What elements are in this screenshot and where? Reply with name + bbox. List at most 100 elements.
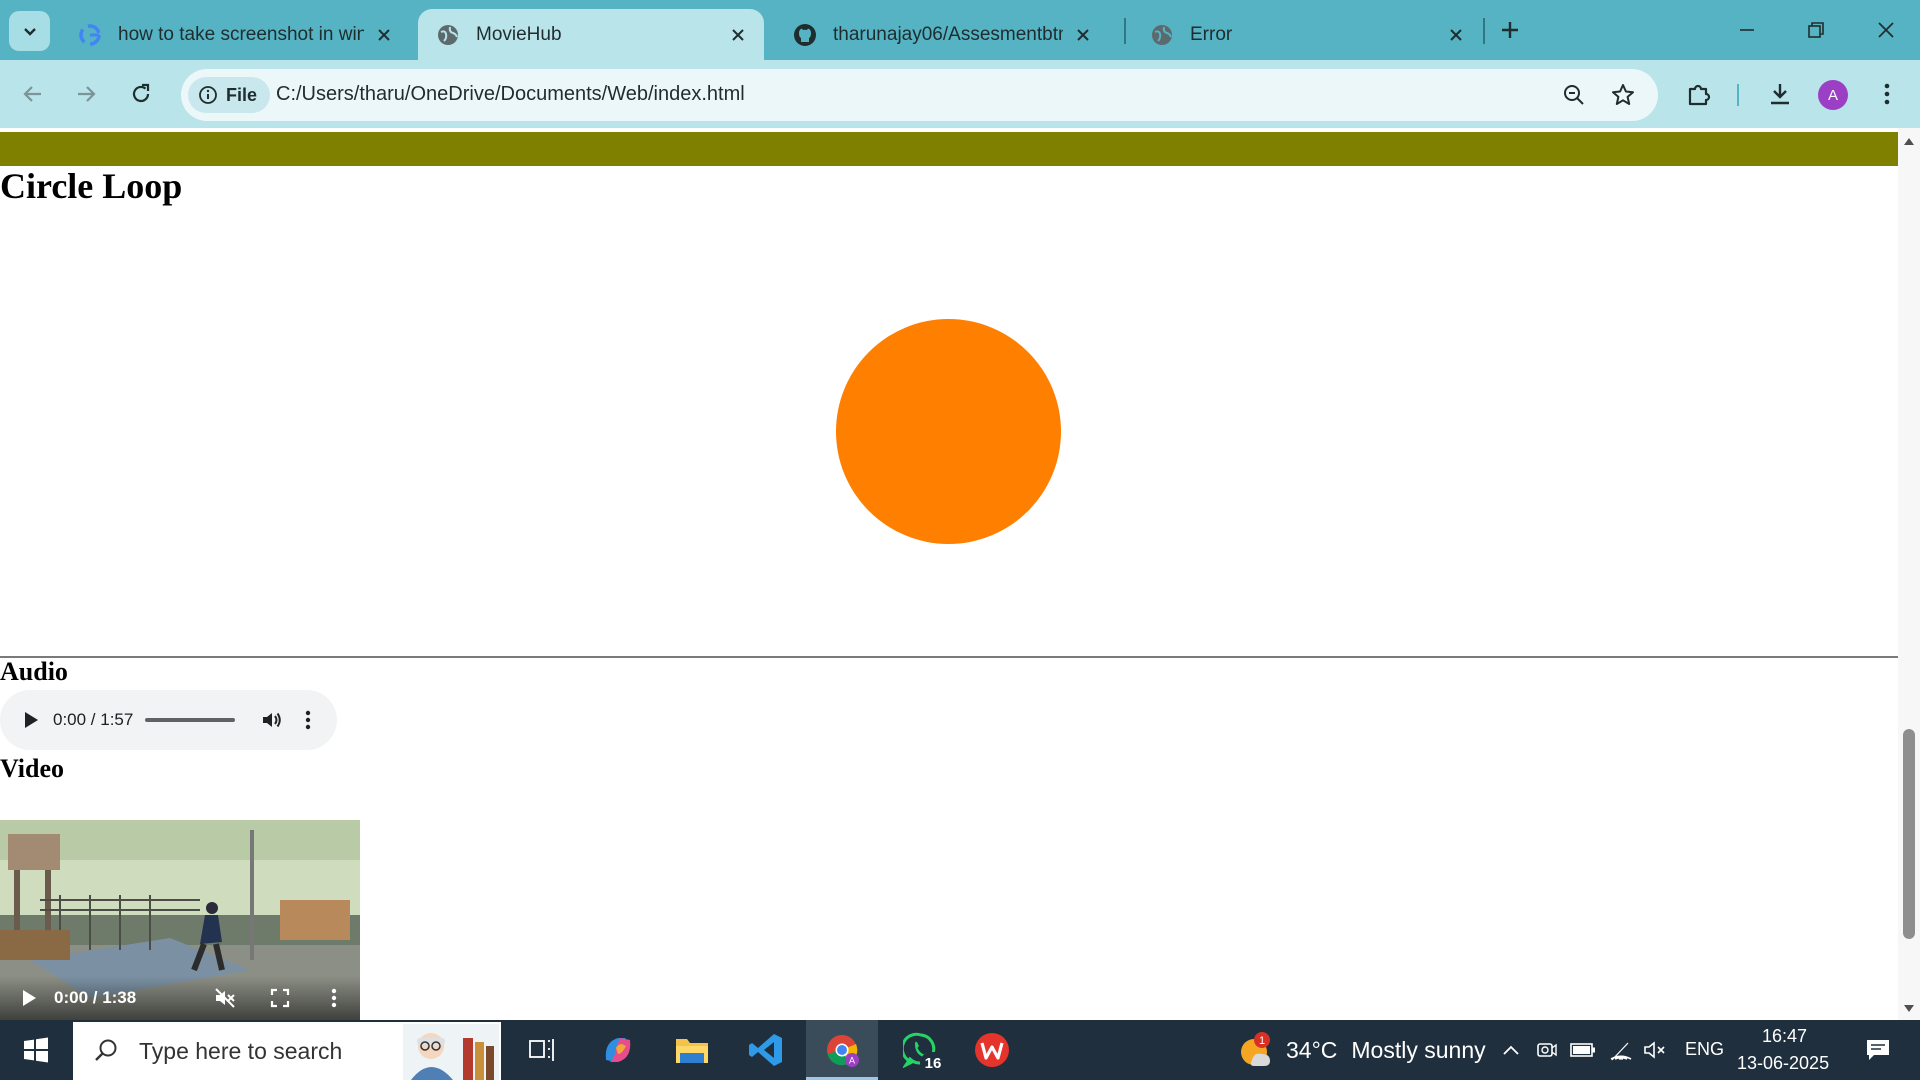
scroll-down-icon[interactable] <box>1903 1004 1915 1014</box>
forward-button[interactable] <box>69 77 103 111</box>
more-vertical-icon[interactable] <box>322 986 346 1010</box>
muted-icon[interactable] <box>213 986 237 1010</box>
task-view-button[interactable] <box>520 1020 564 1080</box>
whatsapp-button[interactable]: 16 <box>894 1020 948 1080</box>
video-heading: Video <box>0 754 65 783</box>
vscode-button[interactable] <box>744 1020 788 1080</box>
chevron-down-icon <box>23 28 36 36</box>
battery-button[interactable] <box>1568 1020 1598 1080</box>
vscode-icon <box>749 1034 782 1066</box>
svg-text:A: A <box>849 1056 855 1066</box>
audio-player[interactable]: 0:00 / 1:57 <box>0 690 337 750</box>
video-player[interactable]: 0:00 / 1:38 <box>0 820 360 1020</box>
fullscreen-icon[interactable] <box>268 986 292 1010</box>
url-text[interactable]: C:/Users/tharu/OneDrive/Documents/Web/in… <box>276 83 745 106</box>
show-hidden-icons-button[interactable] <box>1496 1020 1526 1080</box>
plus-icon <box>1502 22 1518 38</box>
search-placeholder: Type here to search <box>139 1037 343 1064</box>
back-button[interactable] <box>16 77 50 111</box>
clock-time[interactable]: 16:47 <box>1762 1026 1807 1047</box>
network-button[interactable] <box>1606 1020 1636 1080</box>
weather-sunny-icon: 1 <box>1241 1032 1270 1066</box>
close-window-button[interactable] <box>1861 10 1911 50</box>
notifications-button[interactable] <box>1856 1020 1900 1080</box>
play-icon[interactable] <box>19 709 41 731</box>
restore-button[interactable] <box>1791 10 1841 50</box>
start-button[interactable] <box>14 1020 58 1080</box>
arrow-right-icon <box>78 86 96 102</box>
site-info-chip[interactable]: File <box>188 77 271 113</box>
taskbar-search-box[interactable]: Type here to search <box>73 1022 501 1080</box>
globe-icon <box>436 23 460 47</box>
tab-moviehub[interactable]: MovieHub <box>418 9 764 60</box>
puzzle-icon <box>1688 84 1711 106</box>
video-controls: 0:00 / 1:38 <box>0 976 360 1020</box>
file-explorer-button[interactable] <box>670 1020 714 1080</box>
github-icon <box>793 23 817 47</box>
tab-search-button[interactable] <box>9 11 50 51</box>
scrollbar-thumb[interactable] <box>1903 729 1915 939</box>
copilot-button[interactable] <box>596 1020 640 1080</box>
google-icon <box>78 23 102 47</box>
zoom-icon[interactable] <box>1561 82 1587 108</box>
weather-alert-badge: 1 <box>1259 1035 1265 1047</box>
restore-icon <box>1808 22 1824 38</box>
chrome-button[interactable]: A <box>806 1020 878 1080</box>
meet-now-button[interactable] <box>1534 1020 1560 1080</box>
tab-title: Error <box>1190 23 1233 45</box>
file-chip-label: File <box>226 84 258 105</box>
toolbar-divider <box>1737 84 1739 106</box>
extensions-button[interactable] <box>1682 77 1716 111</box>
info-icon <box>199 86 217 104</box>
browser-toolbar: File C:/Users/tharu/OneDrive/Documents/W… <box>0 60 1920 128</box>
camera-icon <box>1537 1043 1557 1057</box>
close-icon[interactable] <box>372 23 396 47</box>
downloads-button[interactable] <box>1763 77 1797 111</box>
copilot-icon <box>605 1038 631 1062</box>
weather-widget[interactable]: 1 34°C Mostly sunny <box>1236 1020 1486 1080</box>
search-highlight-illustration <box>403 1024 499 1080</box>
windows-icon <box>24 1037 48 1063</box>
language-indicator[interactable]: ENG <box>1685 1039 1724 1060</box>
volume-muted-icon <box>1644 1041 1665 1059</box>
minimize-icon <box>1740 29 1754 31</box>
wps-office-button[interactable] <box>970 1020 1014 1080</box>
volume-icon[interactable] <box>260 708 284 732</box>
chevron-up-icon <box>1503 1045 1519 1055</box>
tab-separator <box>1483 18 1485 44</box>
address-bar[interactable]: File C:/Users/tharu/OneDrive/Documents/W… <box>181 69 1658 121</box>
weather-description: Mostly sunny <box>1351 1036 1486 1063</box>
tab-error[interactable]: Error <box>1132 9 1482 60</box>
profile-avatar[interactable]: A <box>1818 80 1848 110</box>
scroll-up-icon[interactable] <box>1903 136 1915 146</box>
arrow-left-icon <box>23 86 41 102</box>
play-icon[interactable] <box>16 986 40 1010</box>
tab-github[interactable]: tharunajay06/Assesmentbtn <box>775 9 1109 60</box>
tab-separator <box>1124 18 1126 44</box>
close-icon[interactable] <box>726 23 750 47</box>
audio-seek-bar[interactable] <box>145 718 235 722</box>
reload-button[interactable] <box>124 77 158 111</box>
bookmark-star-icon[interactable] <box>1610 82 1636 108</box>
menu-button[interactable] <box>1870 77 1904 111</box>
chrome-icon: A <box>827 1035 859 1067</box>
more-vertical-icon[interactable] <box>298 708 318 732</box>
chat-bubble-icon <box>1867 1040 1889 1060</box>
clock-date[interactable]: 13-06-2025 <box>1737 1053 1829 1074</box>
page-scrollbar[interactable] <box>1898 128 1920 1020</box>
header-bar <box>0 132 1898 166</box>
close-icon[interactable] <box>1444 23 1468 47</box>
horizontal-rule <box>0 656 1898 658</box>
minimize-button[interactable] <box>1722 10 1772 50</box>
reload-icon <box>132 83 150 103</box>
video-time: 0:00 / 1:38 <box>54 988 137 1007</box>
tab-strip: how to take screenshot in windows MovieH… <box>0 0 1920 60</box>
tab-title: MovieHub <box>476 23 562 45</box>
close-icon[interactable] <box>1071 23 1095 47</box>
new-tab-button[interactable] <box>1494 12 1526 48</box>
task-view-icon <box>529 1039 554 1061</box>
tab-google-search[interactable]: how to take screenshot in windows <box>60 9 410 60</box>
page-viewport: Circle Loop Audio 0:00 / 1:57 Video 0:00… <box>0 128 1898 1020</box>
page-title: Circle Loop <box>0 166 183 206</box>
volume-button[interactable] <box>1640 1020 1670 1080</box>
